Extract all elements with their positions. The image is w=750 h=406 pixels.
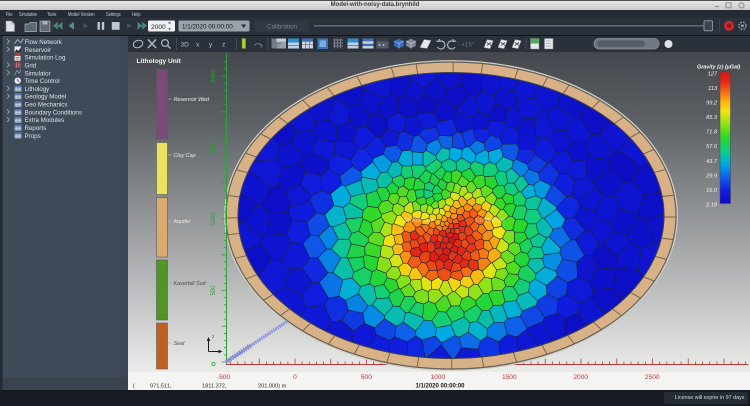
svg-text:Extra Modules: Extra Modules — [25, 117, 65, 124]
svg-text:0: 0 — [293, 374, 297, 381]
svg-text:Lithology Unit: Lithology Unit — [137, 58, 182, 65]
svg-text:Clay Cap: Clay Cap — [174, 153, 196, 159]
svg-text:29.9: 29.9 — [705, 173, 717, 179]
svg-text:Geology Model: Geology Model — [25, 94, 67, 101]
svg-text:1000: 1000 — [211, 212, 217, 226]
svg-text:2000: 2000 — [151, 24, 166, 31]
svg-text:2500: 2500 — [645, 374, 660, 381]
svg-text:Flow Network: Flow Network — [25, 39, 63, 46]
svg-text:2000: 2000 — [573, 374, 588, 381]
svg-text:Boundary Conditions: Boundary Conditions — [25, 109, 82, 116]
svg-text:127: 127 — [708, 72, 718, 78]
svg-text:1500: 1500 — [211, 140, 217, 154]
svg-text:500: 500 — [211, 285, 217, 296]
svg-text:113: 113 — [708, 86, 718, 92]
svg-text:201.000) m: 201.000) m — [258, 384, 287, 390]
svg-text:Lithology: Lithology — [25, 86, 51, 93]
svg-text:Props: Props — [25, 133, 41, 140]
svg-text:Gravity (z) (µGal): Gravity (z) (µGal) — [697, 65, 740, 71]
svg-text:Calibration: Calibration — [267, 24, 298, 31]
svg-text:1/1/2020 Stat: 1/1/2020 Stat — [475, 218, 505, 224]
svg-text:Simulator: Simulator — [25, 70, 51, 77]
svg-text:Grid: Grid — [25, 62, 37, 69]
svg-text:99.2: 99.2 — [706, 101, 718, 107]
svg-text:1500: 1500 — [502, 374, 517, 381]
svg-text:57.6: 57.6 — [706, 144, 718, 150]
svg-text:Kaverfall Sud: Kaverfall Sud — [174, 281, 207, 287]
svg-text:500: 500 — [361, 374, 372, 381]
svg-text:43.7: 43.7 — [706, 159, 718, 165]
svg-text:1000: 1000 — [430, 374, 445, 381]
svg-text:Seal: Seal — [174, 341, 186, 347]
svg-text:1811.372,: 1811.372, — [202, 384, 227, 390]
svg-text:1/1/2020 00:00:00: 1/1/2020 00:00:00 — [182, 24, 233, 31]
svg-text:85.3: 85.3 — [706, 115, 718, 121]
svg-text:Reservoir: Reservoir — [25, 47, 51, 54]
svg-text:Time Control: Time Control — [25, 78, 60, 85]
svg-text:Reports: Reports — [25, 125, 47, 132]
svg-text:2.18: 2.18 — [705, 203, 718, 209]
svg-text:(: ( — [133, 384, 135, 390]
svg-text:z: z — [222, 41, 225, 48]
svg-text:16.0: 16.0 — [706, 188, 718, 194]
svg-text:2000: 2000 — [211, 69, 217, 83]
svg-text:71.8: 71.8 — [706, 130, 718, 136]
svg-text:+15°: +15° — [462, 43, 475, 49]
svg-text:-500: -500 — [217, 374, 231, 381]
svg-text:971.511,: 971.511, — [150, 384, 172, 390]
svg-text:Aquifer: Aquifer — [173, 219, 191, 225]
svg-text:1/1/2020 00:00:00: 1/1/2020 00:00:00 — [415, 384, 465, 390]
svg-text:1/1/2020 Stat: 1/1/2020 Stat — [403, 218, 433, 224]
svg-text:Geo Mechanics: Geo Mechanics — [25, 102, 68, 109]
svg-text:3D: 3D — [181, 41, 190, 48]
svg-text:Simulation Log: Simulation Log — [25, 55, 66, 62]
svg-text:Reservoir Wed: Reservoir Wed — [174, 97, 211, 103]
